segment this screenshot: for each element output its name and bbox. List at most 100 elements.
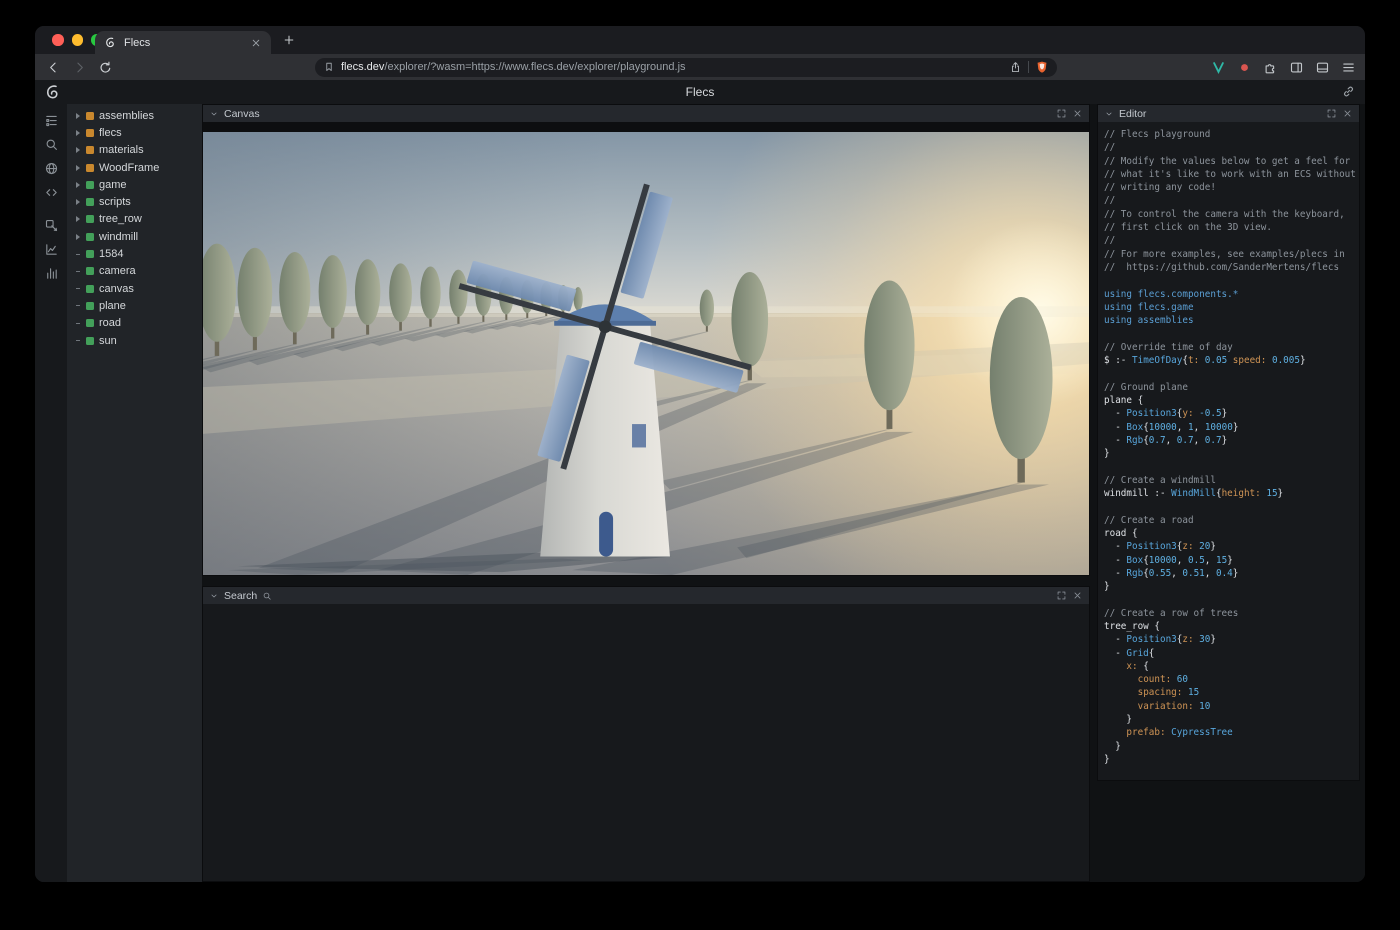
left-icon-strip bbox=[35, 104, 67, 882]
collapse-chevron-icon[interactable] bbox=[209, 591, 219, 601]
entity-color-square bbox=[86, 181, 94, 189]
chart-icon[interactable] bbox=[44, 242, 59, 257]
canvas-3d-scene[interactable] bbox=[203, 122, 1089, 575]
search-results-area[interactable] bbox=[203, 604, 1089, 881]
shield-icon[interactable] bbox=[1035, 60, 1049, 74]
tab-close-icon[interactable] bbox=[250, 37, 262, 49]
share-link-icon[interactable] bbox=[1341, 84, 1356, 99]
url-divider bbox=[1028, 61, 1029, 73]
tree-item-label: materials bbox=[99, 144, 144, 156]
share-icon[interactable] bbox=[1009, 61, 1022, 74]
record-extension-icon[interactable] bbox=[1237, 60, 1252, 75]
tree-item-1584[interactable]: 1584 bbox=[67, 245, 202, 262]
search-icon[interactable] bbox=[44, 137, 59, 152]
entity-color-square bbox=[86, 285, 94, 293]
tree-item-flecs[interactable]: flecs bbox=[67, 124, 202, 141]
side-panel-icon[interactable] bbox=[1289, 60, 1304, 75]
leaf-dash-icon bbox=[74, 340, 81, 341]
menu-icon[interactable] bbox=[1341, 60, 1356, 75]
entity-color-square bbox=[86, 233, 94, 241]
entity-color-square bbox=[86, 337, 94, 345]
expand-arrow-icon[interactable] bbox=[74, 113, 81, 119]
entity-color-square bbox=[86, 302, 94, 310]
browser-tab[interactable]: Flecs bbox=[95, 31, 271, 54]
v-extension-icon[interactable] bbox=[1211, 60, 1226, 75]
tree-item-label: camera bbox=[99, 265, 136, 277]
extensions-puzzle-icon[interactable] bbox=[1263, 60, 1278, 75]
inspector-icon[interactable] bbox=[44, 218, 59, 233]
tree-item-materials[interactable]: materials bbox=[67, 142, 202, 159]
refresh-button[interactable] bbox=[98, 60, 113, 75]
expand-arrow-icon[interactable] bbox=[74, 216, 81, 222]
screen: Flecs flecs.dev/explorer/?wasm=https://w… bbox=[0, 0, 1400, 930]
scene-icon[interactable] bbox=[44, 161, 59, 176]
tree-item-windmill[interactable]: windmill bbox=[67, 228, 202, 245]
tree-item-label: WoodFrame bbox=[99, 162, 159, 174]
canvas-panel-header: Canvas bbox=[203, 105, 1089, 122]
expand-arrow-icon[interactable] bbox=[74, 234, 81, 240]
forward-button bbox=[72, 60, 87, 75]
windmill-scene-render bbox=[203, 132, 1089, 575]
tree-item-label: tree_row bbox=[99, 213, 142, 225]
search-panel: Search bbox=[202, 586, 1090, 882]
entity-color-square bbox=[86, 319, 94, 327]
tree-item-plane[interactable]: plane bbox=[67, 297, 202, 314]
module-color-square bbox=[86, 112, 94, 120]
entity-color-square bbox=[86, 198, 94, 206]
close-panel-icon[interactable] bbox=[1342, 108, 1353, 119]
canvas-panel-title: Canvas bbox=[224, 108, 260, 120]
expand-arrow-icon[interactable] bbox=[74, 130, 81, 136]
entity-color-square bbox=[86, 267, 94, 275]
code-editor[interactable]: // Flecs playground//// Modify the value… bbox=[1098, 122, 1359, 780]
leaf-dash-icon bbox=[74, 288, 81, 289]
tree-item-label: flecs bbox=[99, 127, 122, 139]
expand-arrow-icon[interactable] bbox=[74, 182, 81, 188]
page-title: Flecs bbox=[35, 80, 1365, 104]
tree-item-assemblies[interactable]: assemblies bbox=[67, 107, 202, 124]
expand-arrow-icon[interactable] bbox=[74, 199, 81, 205]
outliner-icon[interactable] bbox=[44, 113, 59, 128]
expand-arrow-icon[interactable] bbox=[74, 147, 81, 153]
url-path: /explorer/?wasm=https://www.flecs.dev/ex… bbox=[384, 61, 685, 73]
tree-item-label: plane bbox=[99, 300, 126, 312]
address-bar[interactable]: flecs.dev/explorer/?wasm=https://www.fle… bbox=[315, 58, 1057, 77]
entity-color-square bbox=[86, 215, 94, 223]
main-area: Canvas bbox=[202, 104, 1365, 882]
tree-item-tree_row[interactable]: tree_row bbox=[67, 211, 202, 228]
collapse-chevron-icon[interactable] bbox=[209, 109, 219, 119]
tree-item-camera[interactable]: camera bbox=[67, 263, 202, 280]
editor-panel-title: Editor bbox=[1119, 108, 1146, 120]
downloads-panel-icon[interactable] bbox=[1315, 60, 1330, 75]
tree-item-label: game bbox=[99, 179, 127, 191]
tree-item-scripts[interactable]: scripts bbox=[67, 193, 202, 210]
url-text: flecs.dev/explorer/?wasm=https://www.fle… bbox=[341, 61, 1003, 73]
browser-toolbar: flecs.dev/explorer/?wasm=https://www.fle… bbox=[35, 54, 1365, 80]
close-panel-icon[interactable] bbox=[1072, 590, 1083, 601]
fullscreen-icon[interactable] bbox=[1326, 108, 1337, 119]
module-color-square bbox=[86, 146, 94, 154]
url-domain: flecs.dev bbox=[341, 61, 384, 73]
tab-bar: Flecs bbox=[35, 26, 1365, 54]
tree-item-canvas[interactable]: canvas bbox=[67, 280, 202, 297]
editor-panel: Editor // Flecs playground//// Modify th… bbox=[1097, 104, 1360, 781]
code-icon[interactable] bbox=[44, 185, 59, 200]
tree-item-road[interactable]: road bbox=[67, 315, 202, 332]
new-tab-button[interactable] bbox=[282, 33, 296, 47]
tree-item-sun[interactable]: sun bbox=[67, 332, 202, 349]
fullscreen-icon[interactable] bbox=[1056, 590, 1067, 601]
close-panel-icon[interactable] bbox=[1072, 108, 1083, 119]
close-button[interactable] bbox=[52, 34, 64, 46]
page-header: Flecs bbox=[35, 80, 1365, 104]
stats-icon[interactable] bbox=[44, 266, 59, 281]
leaf-dash-icon bbox=[74, 305, 81, 306]
page-body: assemblies flecs materials WoodFrame game scr… bbox=[35, 104, 1365, 882]
expand-arrow-icon[interactable] bbox=[74, 165, 81, 171]
flecs-explorer-page: Flecs assemblies flecs materials WoodFrame g… bbox=[35, 80, 1365, 882]
fullscreen-icon[interactable] bbox=[1056, 108, 1067, 119]
tree-item-game[interactable]: game bbox=[67, 176, 202, 193]
minimize-button[interactable] bbox=[72, 34, 84, 46]
tree-item-WoodFrame[interactable]: WoodFrame bbox=[67, 159, 202, 176]
bookmark-icon[interactable] bbox=[323, 61, 335, 73]
collapse-chevron-icon[interactable] bbox=[1104, 109, 1114, 119]
back-button[interactable] bbox=[46, 60, 61, 75]
